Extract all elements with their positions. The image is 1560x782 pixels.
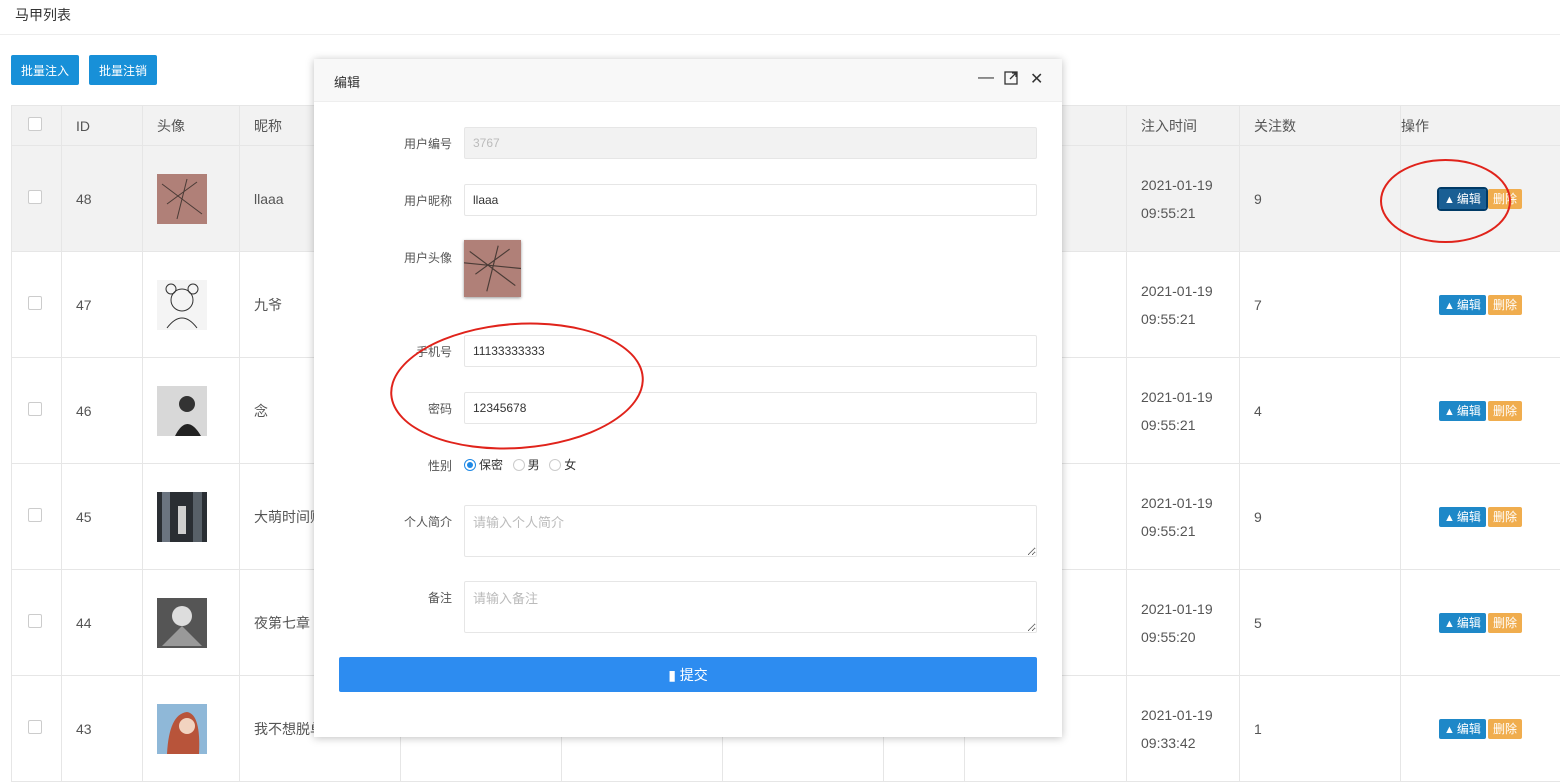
edit-button[interactable]: ▲编辑 [1439, 507, 1486, 527]
row-checkbox[interactable] [28, 296, 42, 310]
maximize-icon[interactable] [1004, 71, 1018, 90]
user-id-label: 用户编号 [404, 135, 452, 152]
avatar [157, 704, 207, 754]
gender-label: 性别 [428, 457, 452, 474]
nickname-field[interactable] [464, 184, 1037, 216]
bio-textarea[interactable] [464, 505, 1037, 557]
row-id: 47 [62, 252, 143, 358]
page-title: 马甲列表 [15, 5, 71, 25]
avatar-label: 用户头像 [404, 249, 452, 266]
warning-icon: ▲ [1444, 724, 1455, 736]
row-follows: 9 [1240, 464, 1401, 570]
warning-icon: ▲ [1444, 618, 1455, 630]
batch-inject-button[interactable]: 批量注入 [11, 55, 79, 85]
gender-option-label: 女 [564, 458, 576, 472]
batch-cancel-button[interactable]: 批量注销 [89, 55, 157, 85]
row-time: 09:33:42 [1141, 729, 1239, 757]
avatar [157, 492, 207, 542]
row-checkbox[interactable] [28, 402, 42, 416]
row-follows: 7 [1240, 252, 1401, 358]
warning-icon: ▲ [1444, 512, 1455, 524]
phone-field[interactable] [464, 335, 1037, 367]
gender-radio-group: 保密 男 女 [464, 456, 582, 473]
row-checkbox[interactable] [28, 614, 42, 628]
warning-icon: ▲ [1444, 194, 1455, 206]
avatar-upload[interactable] [464, 240, 521, 297]
warning-icon: ▲ [1444, 300, 1455, 312]
row-id: 45 [62, 464, 143, 570]
password-field[interactable] [464, 392, 1037, 424]
row-date: 2021-01-19 [1141, 383, 1239, 411]
row-date: 2021-01-19 [1141, 595, 1239, 623]
phone-label: 手机号 [416, 343, 452, 360]
delete-button[interactable]: 删除 [1488, 295, 1522, 315]
note-textarea[interactable] [464, 581, 1037, 633]
edit-modal: 编辑 — ✕ 用户编号 用户昵称 用户头像 手机号 密码 性别 保密 男 女 个… [314, 59, 1062, 737]
col-follows: 关注数 [1240, 106, 1401, 146]
gender-radio-female[interactable] [549, 459, 561, 471]
delete-button[interactable]: 删除 [1488, 189, 1522, 209]
gender-option-label: 保密 [479, 458, 503, 472]
row-id: 43 [62, 676, 143, 782]
select-all-checkbox[interactable] [28, 117, 42, 131]
delete-button[interactable]: 删除 [1488, 507, 1522, 527]
col-avatar: 头像 [143, 106, 240, 146]
row-time: 09:55:20 [1141, 623, 1239, 651]
modal-header: 编辑 — ✕ [314, 59, 1062, 102]
row-checkbox[interactable] [28, 720, 42, 734]
user-id-field [464, 127, 1037, 159]
row-id: 44 [62, 570, 143, 676]
row-checkbox[interactable] [28, 190, 42, 204]
row-checkbox[interactable] [28, 508, 42, 522]
edit-button[interactable]: ▲编辑 [1439, 719, 1486, 739]
edit-button[interactable]: ▲编辑 [1439, 613, 1486, 633]
password-label: 密码 [428, 400, 452, 417]
clipboard-icon: ▮ [668, 667, 676, 683]
row-time: 09:55:21 [1141, 199, 1239, 227]
gender-radio-secret[interactable] [464, 459, 476, 471]
nickname-label: 用户昵称 [404, 192, 452, 209]
edit-button[interactable]: ▲编辑 [1439, 295, 1486, 315]
gender-option-label: 男 [528, 458, 540, 472]
edit-button[interactable]: ▲编辑 [1439, 189, 1486, 209]
row-follows: 9 [1240, 146, 1401, 252]
row-follows: 4 [1240, 358, 1401, 464]
row-date: 2021-01-19 [1141, 171, 1239, 199]
delete-button[interactable]: 删除 [1488, 401, 1522, 421]
row-follows: 1 [1240, 676, 1401, 782]
modal-title: 编辑 [334, 72, 360, 91]
row-time: 09:55:21 [1141, 305, 1239, 333]
col-ops: 操作 [1401, 106, 1560, 146]
row-date: 2021-01-19 [1141, 489, 1239, 517]
row-id: 46 [62, 358, 143, 464]
avatar [157, 598, 207, 648]
row-follows: 5 [1240, 570, 1401, 676]
delete-button[interactable]: 删除 [1488, 719, 1522, 739]
warning-icon: ▲ [1444, 406, 1455, 418]
delete-button[interactable]: 删除 [1488, 613, 1522, 633]
edit-button[interactable]: ▲编辑 [1439, 401, 1486, 421]
row-date: 2021-01-19 [1141, 701, 1239, 729]
row-time: 09:55:21 [1141, 411, 1239, 439]
gender-radio-male[interactable] [513, 459, 525, 471]
col-inject-time: 注入时间 [1127, 106, 1240, 146]
submit-button[interactable]: ▮ 提交 [339, 657, 1037, 692]
avatar [157, 280, 207, 330]
row-time: 09:55:21 [1141, 517, 1239, 545]
bio-label: 个人简介 [404, 513, 452, 530]
avatar [157, 174, 207, 224]
avatar [157, 386, 207, 436]
row-date: 2021-01-19 [1141, 277, 1239, 305]
row-id: 48 [62, 146, 143, 252]
note-label: 备注 [428, 589, 452, 606]
title-divider [0, 34, 1560, 35]
col-id: ID [62, 106, 143, 146]
minimize-icon[interactable]: — [978, 69, 994, 87]
close-icon[interactable]: ✕ [1030, 69, 1043, 89]
